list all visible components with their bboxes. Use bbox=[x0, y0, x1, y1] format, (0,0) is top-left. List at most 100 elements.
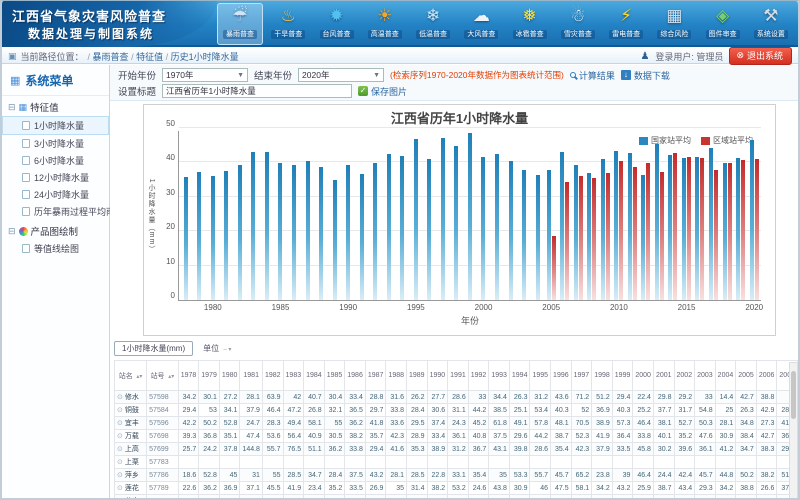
national-station-bar bbox=[373, 163, 377, 300]
breadcrumb-item[interactable]: 特征值 bbox=[136, 52, 163, 62]
value-cell: 33.5 bbox=[612, 443, 633, 456]
column-header-year[interactable]: 2001 bbox=[653, 361, 674, 391]
column-header-station-id[interactable]: 站号 ▴▾ bbox=[147, 361, 179, 391]
column-header-year[interactable]: 2004 bbox=[715, 361, 736, 391]
sidebar-item-6小时降水量[interactable]: 6小时降水量 bbox=[2, 152, 109, 169]
vertical-scrollbar-thumb[interactable] bbox=[791, 371, 796, 419]
sidebar-item-历年暴雨过程平均雨量[interactable]: 历年暴雨过程平均雨量 bbox=[2, 203, 109, 220]
collapse-icon[interactable]: ⊟ bbox=[8, 102, 16, 113]
table-row[interactable]: ⊙萍乡5778618.652.845315528.534.728.437.543… bbox=[115, 469, 798, 482]
value-cell bbox=[199, 456, 220, 469]
value-cell: 31.2 bbox=[530, 391, 551, 404]
column-header-year[interactable]: 1995 bbox=[530, 361, 551, 391]
column-header-year[interactable]: 1990 bbox=[427, 361, 448, 391]
y-tick-label: 20 bbox=[153, 222, 175, 231]
data-download-button[interactable]: 数据下载 bbox=[621, 69, 670, 82]
toolbar-item-composite-risk[interactable]: ▦综合风险 bbox=[651, 3, 697, 45]
column-header-year[interactable]: 1981 bbox=[240, 361, 263, 391]
value-cell: 144.8 bbox=[240, 443, 263, 456]
column-header-year[interactable]: 1978 bbox=[178, 361, 199, 391]
column-header-year[interactable]: 1983 bbox=[283, 361, 304, 391]
column-header-year[interactable]: 2005 bbox=[736, 361, 757, 391]
table-row[interactable]: ⊙莲花5778922.636.236.937.145.541.923.435.2… bbox=[115, 482, 798, 495]
breadcrumb-item[interactable]: 暴雨普查 bbox=[93, 52, 129, 62]
value-cell bbox=[633, 456, 654, 469]
column-header-year[interactable]: 1999 bbox=[612, 361, 633, 391]
toolbar-item-drought[interactable]: ♨干旱普查 bbox=[265, 3, 311, 45]
column-header-year[interactable]: 1998 bbox=[592, 361, 613, 391]
toolbar-item-snow-disaster[interactable]: ☃雪灾普查 bbox=[555, 3, 601, 45]
breadcrumb-item[interactable]: 历史1小时降水量 bbox=[171, 52, 239, 62]
sidebar-item-1小时降水量[interactable]: 1小时降水量 bbox=[2, 116, 109, 135]
column-header-year[interactable]: 2000 bbox=[633, 361, 654, 391]
table-row[interactable]: ⊙分宜5779223.835.528.562.521.446.852.847.8… bbox=[115, 495, 798, 499]
table-row[interactable]: ⊙宜丰5759642.250.252.824.728.349.458.15536… bbox=[115, 417, 798, 430]
bars-container bbox=[179, 131, 761, 300]
sidebar-item-3小时降水量[interactable]: 3小时降水量 bbox=[2, 135, 109, 152]
chart-title-input[interactable] bbox=[162, 84, 352, 98]
table-row[interactable]: ⊙修水5759834.230.127.228.163.94240.730.433… bbox=[115, 391, 798, 404]
column-header-year[interactable]: 1986 bbox=[345, 361, 366, 391]
column-header-year[interactable]: 1997 bbox=[571, 361, 592, 391]
collapse-icon[interactable]: ⊟ bbox=[8, 226, 16, 237]
column-header-station[interactable]: 站名 ▴▾ bbox=[115, 361, 147, 391]
table-row[interactable]: ⊙铜鼓5758429.45334.137.946.447.226.832.136… bbox=[115, 404, 798, 417]
typhoon-icon: ✹ bbox=[329, 5, 343, 27]
table-row[interactable]: ⊙上高5769925.724.237.8144.855.776.551.136.… bbox=[115, 443, 798, 456]
column-header-year[interactable]: 1992 bbox=[468, 361, 489, 391]
user-icon: ♟ bbox=[640, 51, 649, 62]
x-tick-label: 2020 bbox=[745, 303, 763, 312]
column-header-year[interactable]: 2003 bbox=[695, 361, 716, 391]
column-header-year[interactable]: 1988 bbox=[386, 361, 407, 391]
value-cell: 28.3 bbox=[262, 417, 283, 430]
column-header-year[interactable]: 1979 bbox=[199, 361, 220, 391]
column-header-year[interactable]: 1987 bbox=[365, 361, 386, 391]
save-image-button[interactable]: 保存图片 bbox=[358, 85, 407, 98]
toolbar-item-gale[interactable]: ☁大风普查 bbox=[458, 3, 504, 45]
national-station-bar bbox=[278, 163, 282, 300]
sidebar-item-等值线绘图[interactable]: 等值线绘图 bbox=[2, 240, 109, 257]
sidebar-item-24小时降水量[interactable]: 24小时降水量 bbox=[2, 186, 109, 203]
column-header-year[interactable]: 1982 bbox=[262, 361, 283, 391]
year-slot bbox=[355, 131, 369, 300]
value-cell: 53 bbox=[199, 404, 220, 417]
sidebar-group-特征值[interactable]: ⊟▦特征值 bbox=[2, 96, 109, 116]
end-year-select[interactable]: 2020年 ▼ bbox=[298, 68, 384, 82]
logout-button[interactable]: 退出系统 bbox=[729, 47, 792, 65]
toolbar-item-hail[interactable]: ❅冰雹普查 bbox=[507, 3, 553, 45]
toolbar-item-typhoon[interactable]: ✹台风普查 bbox=[314, 3, 360, 45]
column-header-year[interactable]: 1984 bbox=[304, 361, 325, 391]
value-cell: 53.2 bbox=[448, 482, 469, 495]
column-header-year[interactable]: 1985 bbox=[324, 361, 345, 391]
toolbar-item-lightning[interactable]: ⚡雷电普查 bbox=[603, 3, 649, 45]
start-year-select[interactable]: 1970年 ▼ bbox=[162, 68, 248, 82]
column-header-year[interactable]: 1989 bbox=[407, 361, 428, 391]
unit-filter[interactable]: 单位 – ▾ bbox=[203, 343, 231, 354]
column-header-year[interactable]: 1994 bbox=[509, 361, 530, 391]
table-row[interactable]: ⊙上栗57783 bbox=[115, 456, 798, 469]
calc-result-button[interactable]: 计算结果 bbox=[570, 69, 615, 82]
element-filter-button[interactable]: 1小时降水量(mm) bbox=[114, 341, 193, 356]
column-header-year[interactable]: 1980 bbox=[219, 361, 240, 391]
start-year-value: 1970年 bbox=[166, 69, 193, 81]
sidebar-group-产品图绘制[interactable]: ⊟产品图绘制 bbox=[2, 220, 109, 240]
column-header-year[interactable]: 1991 bbox=[448, 361, 469, 391]
column-header-year[interactable]: 1996 bbox=[551, 361, 572, 391]
column-header-year[interactable]: 1993 bbox=[489, 361, 510, 391]
page-icon bbox=[22, 173, 30, 182]
toolbar-item-system-settings[interactable]: ⚒系统设置 bbox=[748, 3, 794, 45]
year-slot bbox=[368, 131, 382, 300]
value-cell: 21.4 bbox=[262, 495, 283, 499]
sidebar-item-12小时降水量[interactable]: 12小时降水量 bbox=[2, 169, 109, 186]
map-review-icon: ◈ bbox=[716, 5, 729, 27]
table-row[interactable]: ⊙万载5769839.336.835.147.453.656.440.930.5… bbox=[115, 430, 798, 443]
toolbar-item-map-review[interactable]: ◈图件审查 bbox=[700, 3, 746, 45]
toolbar-item-high-temperature[interactable]: ☀高温普查 bbox=[362, 3, 408, 45]
toolbar-item-rainstorm[interactable]: ☔暴雨普查 bbox=[217, 3, 263, 45]
column-header-year[interactable]: 2006 bbox=[756, 361, 777, 391]
column-header-year[interactable]: 2002 bbox=[674, 361, 695, 391]
value-cell: 46.4 bbox=[262, 404, 283, 417]
toolbar-item-low-temperature[interactable]: ❄低温普查 bbox=[410, 3, 456, 45]
page-icon bbox=[22, 121, 30, 130]
value-cell: 36.1 bbox=[695, 443, 716, 456]
